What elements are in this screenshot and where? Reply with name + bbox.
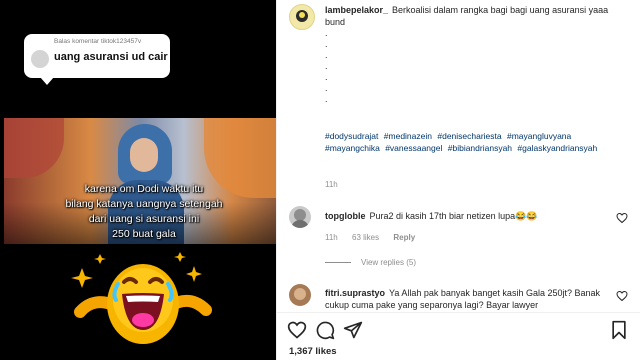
- comment-like-icon[interactable]: [616, 290, 628, 302]
- share-icon[interactable]: [343, 320, 363, 340]
- hashtag-link[interactable]: #bibiandriansyah: [448, 143, 512, 153]
- bookmark-icon[interactable]: [609, 320, 629, 340]
- reply-button[interactable]: Reply: [393, 233, 415, 242]
- caption-dot: .: [325, 39, 328, 49]
- caption-line: karena om Dodi waktu itu: [84, 183, 204, 195]
- hashtag-link[interactable]: #vanessaangel: [385, 143, 442, 153]
- hashtag-link[interactable]: #mayangchika: [325, 143, 380, 153]
- view-replies-button[interactable]: View replies (5): [325, 258, 416, 267]
- hashtag-link[interactable]: #medinazein: [384, 131, 432, 141]
- comment-icon[interactable]: [315, 320, 335, 340]
- author-username[interactable]: lambepelakor_: [325, 5, 388, 15]
- caption-hashtags: #dodysudrajat #medinazein #denisecharies…: [325, 130, 625, 154]
- video-caption: karena om Dodi waktu itu bilang katanya …: [58, 182, 230, 242]
- comment-timestamp: 11h: [325, 233, 338, 242]
- heart-icon[interactable]: [287, 320, 307, 340]
- hashtag-link[interactable]: #dodysudrajat: [325, 131, 378, 141]
- comment-text: Pura2 di kasih 17th biar netizen lupa😂😂: [369, 211, 538, 221]
- caption-line: dari uang si asuransi ini: [88, 213, 200, 225]
- caption-dot: .: [325, 28, 328, 38]
- comment-like-count[interactable]: 63 likes: [352, 233, 379, 242]
- post-action-bar: [277, 312, 640, 344]
- commenter-username[interactable]: topgloble: [325, 211, 366, 221]
- hashtag-link[interactable]: #mayangluvyana: [507, 131, 571, 141]
- caption-dot: .: [325, 94, 328, 104]
- post-panel: lambepelakor_ Berkoalisi dalam rangka bag…: [276, 0, 640, 360]
- reply-header: Balas komentar tiktok123457v: [54, 38, 142, 45]
- caption-dot: .: [325, 72, 328, 82]
- caption-line: bilang katanya uangnya setengah: [65, 198, 223, 210]
- commenter-username[interactable]: fitri.suprastyo: [325, 288, 385, 298]
- background-shape: [4, 118, 64, 178]
- post-caption: lambepelakor_ Berkoalisi dalam rangka bag…: [325, 4, 625, 28]
- caption-dot: .: [325, 61, 328, 71]
- caption-dot: .: [325, 50, 328, 60]
- hashtag-link[interactable]: #denisechariesta: [437, 131, 501, 141]
- caption-dots: . . . . . . .: [325, 28, 345, 105]
- comment-text-block: fitri.suprastyo Ya Allah pak banyak bange…: [325, 287, 605, 311]
- author-avatar[interactable]: [289, 4, 315, 30]
- comment-meta: 11h 63 likes Reply: [325, 233, 427, 242]
- hashtag-link[interactable]: #galaskyandriansyah: [517, 143, 597, 153]
- caption-line: 250 buat gala: [112, 228, 176, 240]
- commenter-avatar[interactable]: [289, 206, 311, 228]
- comment-like-icon[interactable]: [616, 212, 628, 224]
- divider-line: [325, 262, 351, 263]
- caption-dot: .: [325, 83, 328, 93]
- video-frame[interactable]: karena om Dodi waktu itu bilang katanya …: [4, 118, 276, 244]
- reply-text: uang asuransi ud cair: [54, 51, 168, 63]
- likes-count[interactable]: 1,367 likes: [289, 346, 337, 357]
- tiktok-reply-bubble: Balas komentar tiktok123457v uang asuran…: [24, 34, 170, 85]
- commenter-avatar[interactable]: [289, 284, 311, 306]
- laughing-emoji-icon: [68, 248, 218, 348]
- comment-text-block: topgloble Pura2 di kasih 17th biar netize…: [325, 210, 615, 222]
- caption-timestamp: 11h: [325, 180, 338, 189]
- reply-avatar: [31, 50, 49, 68]
- view-replies-label: View replies (5): [361, 258, 416, 267]
- post-media[interactable]: Balas komentar tiktok123457v uang asuran…: [0, 0, 276, 360]
